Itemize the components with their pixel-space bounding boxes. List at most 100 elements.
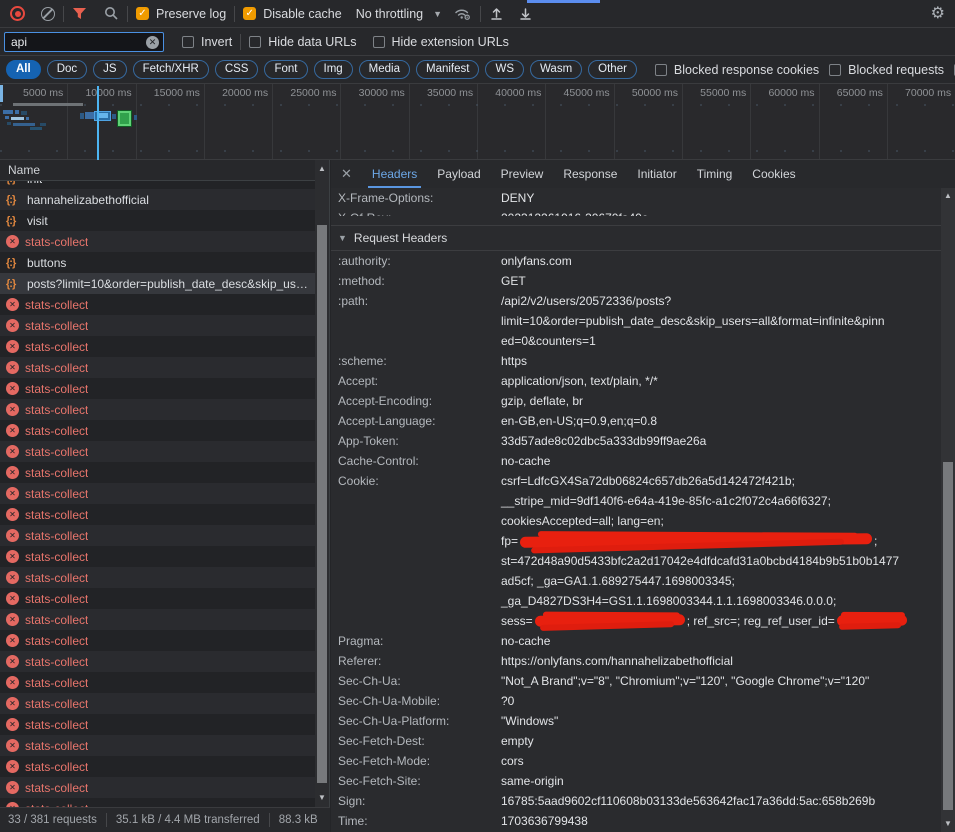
details-tab[interactable]: Preview (493, 160, 552, 188)
export-har-icon[interactable] (518, 6, 533, 21)
request-headers-section-header[interactable]: ▼ Request Headers (331, 225, 941, 251)
scroll-up-icon[interactable]: ▲ (941, 191, 955, 201)
hide-data-urls-label[interactable]: Hide data URLs (268, 35, 356, 49)
table-row[interactable]: {:} ✕ buttons (0, 252, 329, 273)
table-row[interactable]: {:} ✕ stats-collect (0, 777, 329, 798)
table-row[interactable]: {:} ✕ stats-collect (0, 714, 329, 735)
resource-type-pill[interactable]: Manifest (416, 60, 479, 79)
value-text: empty (501, 734, 534, 748)
request-headers-rows: :authority: onlyfans.com :method: GET (331, 251, 941, 831)
header-name: Cache-Control: (331, 451, 501, 471)
table-row[interactable]: {:} ✕ stats-collect (0, 588, 329, 609)
table-row[interactable]: {:} ✕ stats-collect (0, 609, 329, 630)
time-tick-label: 10000 ms (68, 84, 136, 159)
scroll-down-icon[interactable]: ▼ (315, 793, 329, 803)
table-row[interactable]: {:} ✕ stats-collect (0, 756, 329, 777)
record-button[interactable] (10, 6, 25, 21)
scrollbar-thumb[interactable] (943, 462, 953, 810)
table-row[interactable]: {:} ✕ stats-collect (0, 420, 329, 441)
transferred-size: 35.1 kB / 4.4 MB transferred (116, 814, 260, 826)
table-row[interactable]: {:} ✕ stats-collect (0, 798, 329, 807)
name-column-header[interactable]: Name (0, 160, 329, 181)
filter-icon[interactable] (72, 7, 87, 21)
network-conditions-icon[interactable] (454, 6, 472, 21)
details-tab[interactable]: Response (555, 160, 625, 188)
hide-extension-urls-label[interactable]: Hide extension URLs (392, 35, 509, 49)
table-row[interactable]: {:} ✕ stats-collect (0, 336, 329, 357)
preserve-log-checkbox[interactable]: ✓ (136, 7, 149, 20)
request-list-scrollbar[interactable]: ▲ ▼ (315, 160, 329, 807)
resource-type-pill[interactable]: All (6, 60, 41, 79)
table-row[interactable]: {:} ✕ stats-collect (0, 462, 329, 483)
details-tab[interactable]: Headers (364, 160, 425, 188)
filter-checkbox-label[interactable]: Blocked response cookies (674, 63, 819, 77)
resource-type-pill[interactable]: Doc (47, 60, 87, 79)
import-har-icon[interactable] (489, 6, 504, 21)
resource-type-pill[interactable]: Media (359, 60, 410, 79)
invert-checkbox[interactable] (182, 36, 194, 48)
table-row[interactable]: {:} ✕ stats-collect (0, 651, 329, 672)
network-overview[interactable]: 5000 ms10000 ms15000 ms20000 ms25000 ms3… (0, 84, 955, 160)
table-row[interactable]: {:} ✕ visit (0, 210, 329, 231)
details-tab[interactable]: Payload (429, 160, 488, 188)
filter-input[interactable] (4, 32, 164, 52)
disable-cache-label[interactable]: Disable cache (263, 7, 342, 21)
header-name: Sec-Fetch-Mode: (331, 751, 501, 771)
table-row[interactable]: {:} ✕ stats-collect (0, 525, 329, 546)
header-value-line: https (501, 351, 941, 371)
table-row[interactable]: {:} ✕ stats-collect (0, 672, 329, 693)
hide-data-urls-checkbox[interactable] (249, 36, 261, 48)
details-tab[interactable]: Timing (689, 160, 741, 188)
details-tab[interactable]: Cookies (744, 160, 803, 188)
table-row[interactable]: {:} ✕ stats-collect (0, 231, 329, 252)
table-row[interactable]: {:} ✕ posts?limit=10&order=publish_date_… (0, 273, 329, 294)
request-name: stats-collect (25, 487, 88, 501)
table-row[interactable]: {:} ✕ stats-collect (0, 546, 329, 567)
resource-type-pill[interactable]: JS (93, 60, 126, 79)
resource-type-pill[interactable]: Img (314, 60, 353, 79)
invert-label[interactable]: Invert (201, 35, 232, 49)
details-tab[interactable]: Initiator (629, 160, 684, 188)
table-row[interactable]: {:} ✕ stats-collect (0, 357, 329, 378)
header-value-line: no-cache (501, 631, 941, 651)
resource-type-pill[interactable]: Font (264, 60, 307, 79)
disclosure-triangle-icon[interactable]: ▼ (338, 233, 347, 243)
table-row[interactable]: {:} ✕ stats-collect (0, 399, 329, 420)
resource-type-pill[interactable]: Fetch/XHR (133, 60, 209, 79)
table-row[interactable]: {:} ✕ init (0, 181, 329, 189)
details-scrollbar[interactable]: ▲ ▼ (941, 188, 955, 832)
table-row[interactable]: {:} ✕ stats-collect (0, 504, 329, 525)
throttling-select[interactable]: No throttling (356, 7, 423, 21)
table-row[interactable]: {:} ✕ stats-collect (0, 315, 329, 336)
table-row[interactable]: {:} ✕ stats-collect (0, 693, 329, 714)
table-row[interactable]: {:} ✕ stats-collect (0, 441, 329, 462)
table-row[interactable]: {:} ✕ stats-collect (0, 378, 329, 399)
resource-type-pill[interactable]: WS (485, 60, 524, 79)
table-row[interactable]: {:} ✕ stats-collect (0, 483, 329, 504)
value-text: ; (874, 534, 877, 548)
resource-type-pill[interactable]: Other (588, 60, 637, 79)
scrollbar-thumb[interactable] (317, 225, 327, 783)
table-row[interactable]: {:} ✕ stats-collect (0, 567, 329, 588)
close-icon[interactable]: ✕ (341, 166, 352, 182)
table-row[interactable]: {:} ✕ stats-collect (0, 735, 329, 756)
scroll-up-icon[interactable]: ▲ (315, 164, 329, 174)
clear-button[interactable] (41, 7, 55, 21)
settings-gear-icon[interactable]: ⚙ (931, 6, 945, 22)
table-row[interactable]: {:} ✕ stats-collect (0, 630, 329, 651)
header-name: Time: (331, 811, 501, 831)
search-icon[interactable] (104, 6, 119, 21)
hide-extension-urls-checkbox[interactable] (373, 36, 385, 48)
filter-checkbox-label[interactable]: Blocked requests (848, 63, 944, 77)
resource-type-pill[interactable]: Wasm (530, 60, 582, 79)
preserve-log-label[interactable]: Preserve log (156, 7, 226, 21)
table-row[interactable]: {:} ✕ hannahelizabethofficial (0, 189, 329, 210)
scroll-down-icon[interactable]: ▼ (941, 819, 955, 829)
filter-checkbox[interactable] (829, 64, 841, 76)
table-row[interactable]: {:} ✕ stats-collect (0, 294, 329, 315)
chevron-down-icon[interactable]: ▼ (433, 9, 442, 19)
filter-checkbox[interactable] (655, 64, 667, 76)
clear-filter-icon[interactable]: ✕ (146, 36, 159, 49)
disable-cache-checkbox[interactable]: ✓ (243, 7, 256, 20)
resource-type-pill[interactable]: CSS (215, 60, 259, 79)
